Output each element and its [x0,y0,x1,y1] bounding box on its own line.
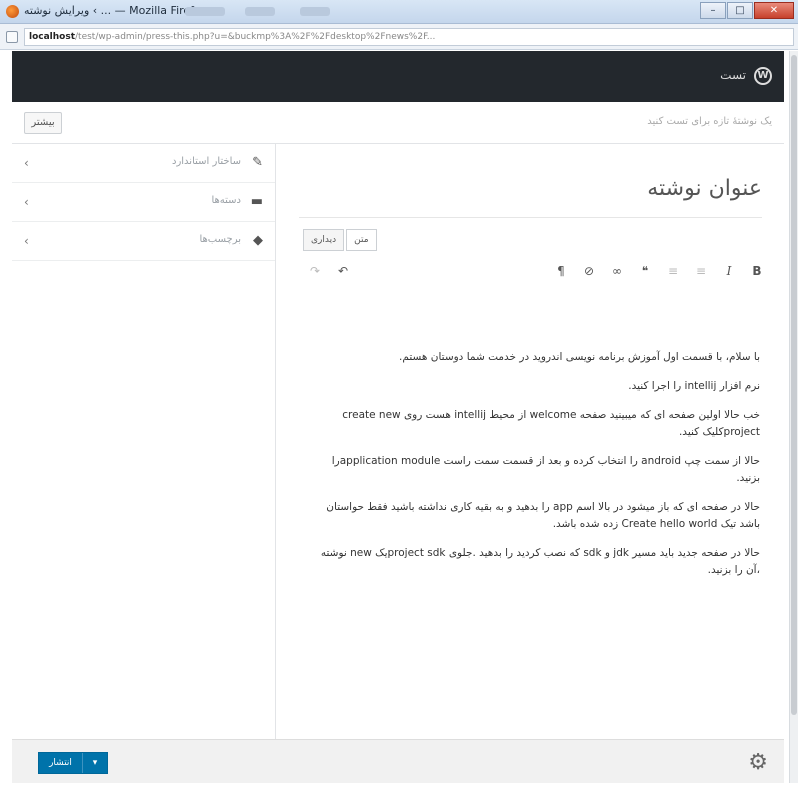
editor-panel: عنوان نوشته دیداری متن ↷ ↶ ¶ ⊘ ∞ ❝ ≡ ≡ I… [277,144,784,739]
paragraph: حالا در صفحه جدید باید مسیر jdk و sdk که… [320,547,760,576]
chevron-left-icon: ‹ [24,195,29,209]
chevron-left-icon: ‹ [24,234,29,248]
publish-label: انتشار [39,753,83,773]
maximize-button[interactable]: □ [727,2,753,19]
url-host: localhost [29,32,76,42]
url-path: /test/wp-admin/press-this.php?u=&buckmp%… [75,32,436,42]
ordered-list-icon[interactable]: ≡ [665,264,681,278]
paragraph: با سلام، با قسمت اول آموزش برنامه نویسی … [399,351,760,363]
notice-text: یک نوشتهٔ تازه برای تست کنید [647,116,772,127]
scroll-thumb[interactable] [791,55,797,715]
unordered-list-icon[interactable]: ≡ [693,264,709,278]
wp-admin-bar: تست W [12,51,784,102]
close-button[interactable]: ✕ [754,2,794,19]
sidebar: ‹ ساختار استاندارد ✎ ‹ دسته‌ها ▬ ‹ برچسب… [12,144,276,739]
italic-icon[interactable]: I [721,264,737,278]
footer-bar: انتشار ▾ ⚙ [12,739,784,783]
address-bar: localhost/test/wp-admin/press-this.php?u… [0,24,798,50]
editor-tabs: دیداری متن [303,229,377,251]
wordpress-logo-icon[interactable]: W [754,67,772,85]
paragraph-icon[interactable]: ¶ [553,264,569,278]
sidebar-item-label: برچسب‌ها [199,234,241,245]
sidebar-item-label: دسته‌ها [211,195,241,206]
editor-content[interactable]: با سلام، با قسمت اول آموزش برنامه نویسی … [308,349,760,591]
minimize-button[interactable]: – [700,2,726,19]
titlebar-tab[interactable] [300,7,330,16]
more-button[interactable]: بیشتر [24,112,62,134]
folder-icon: ▬ [250,194,263,209]
titlebar-tab[interactable] [245,7,275,16]
undo-icon[interactable]: ↶ [335,264,351,278]
blockquote-icon[interactable]: ❝ [637,264,653,278]
post-title-input[interactable]: عنوان نوشته [647,176,762,201]
window-title: ویرایش نوشته ‹ ... — Mozilla Firefox [24,4,207,17]
tab-visual[interactable]: دیداری [303,229,345,251]
scrollbar[interactable] [789,51,798,783]
site-identity-icon[interactable] [6,31,18,43]
sidebar-item-label: ساختار استاندارد [172,156,241,167]
window-controls: – □ ✕ [700,2,794,19]
editor-toolbar: ↷ ↶ ¶ ⊘ ∞ ❝ ≡ ≡ I B [303,264,762,286]
redo-icon[interactable]: ↷ [307,264,323,278]
unlink-icon[interactable]: ⊘ [581,264,597,278]
firefox-icon [6,5,19,18]
publish-button[interactable]: انتشار ▾ [38,752,108,774]
notice-bar: یک نوشتهٔ تازه برای تست کنید بیشتر [12,102,784,144]
titlebar-tab[interactable] [185,7,225,16]
paragraph: خب حالا اولین صفحه ای که میبینید صفحه we… [342,409,760,438]
pin-icon: ✎ [252,155,263,170]
divider [299,217,762,218]
site-name[interactable]: تست [720,68,746,82]
chevron-left-icon: ‹ [24,156,29,170]
paragraph: حالا در صفحه ای که باز میشود در بالا اسم… [326,501,760,530]
tag-icon: ◆ [253,233,263,248]
sidebar-item-categories[interactable]: ‹ دسته‌ها ▬ [12,183,275,222]
url-field[interactable]: localhost/test/wp-admin/press-this.php?u… [24,28,794,46]
tab-text[interactable]: متن [346,229,377,251]
sidebar-item-format[interactable]: ‹ ساختار استاندارد ✎ [12,144,275,183]
sidebar-item-tags[interactable]: ‹ برچسب‌ها ◆ [12,222,275,261]
browser-titlebar: ویرایش نوشته ‹ ... — Mozilla Firefox – □… [0,0,798,24]
chevron-down-icon[interactable]: ▾ [83,758,107,768]
paragraph: حالا از سمت چپ android را انتخاب کرده و … [331,455,760,484]
bold-icon[interactable]: B [749,264,765,278]
link-icon[interactable]: ∞ [609,264,625,278]
settings-icon[interactable]: ⚙ [748,750,768,775]
paragraph: نرم افزار intellij را اجرا کنید. [628,380,760,392]
